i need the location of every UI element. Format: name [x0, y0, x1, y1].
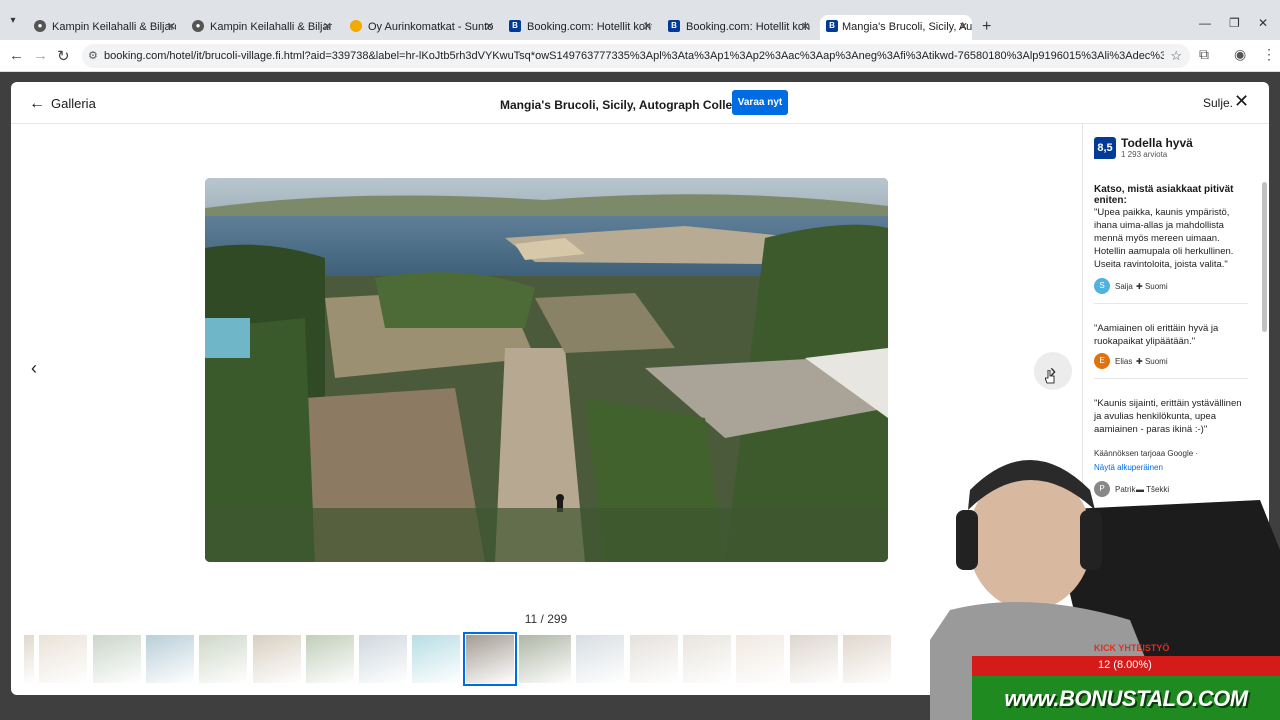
extensions-icon[interactable]: ⧉: [1199, 46, 1209, 63]
thumbnail[interactable]: [412, 635, 461, 683]
site-settings-icon[interactable]: ⚙: [88, 49, 98, 62]
hotel-title: Mangia's Brucoli, Sicily, Autograph Coll…: [500, 98, 761, 112]
tab-title: Mangia's Brucoli, Sicily, Autogra: [842, 21, 972, 33]
close-icon[interactable]: ✕: [1234, 91, 1249, 112]
minimize-icon[interactable]: —: [1199, 16, 1211, 30]
divider: [1094, 303, 1248, 304]
tab-close-icon[interactable]: ✕: [801, 20, 810, 33]
country-name: Suomi: [1144, 357, 1168, 366]
avatar: E: [1094, 353, 1110, 369]
review-quote: "Aamiainen oli erittäin hyvä ja ruokapai…: [1094, 323, 1219, 347]
thumbnail[interactable]: [576, 635, 625, 683]
tab-search-icon[interactable]: ▾: [4, 12, 22, 30]
sponsor-banner-text: www.BONUSTALO.COM: [1004, 686, 1248, 711]
browser-tab[interactable]: ● Kampin Keilahalli & Biljardi Bar ✕: [34, 15, 176, 40]
thumbnail[interactable]: [145, 635, 194, 683]
reload-icon[interactable]: ↻: [57, 47, 70, 65]
close-label[interactable]: Sulje.: [1203, 96, 1233, 110]
address-toolbar: ← → ↻ ⚙ booking.com/hotel/it/brucoli-vil…: [0, 40, 1280, 72]
thumbnail[interactable]: [92, 635, 141, 683]
tab-title: Kampin Keilahalli & Biljardi Bar: [52, 21, 176, 33]
flag-icon: ✚: [1136, 282, 1145, 291]
gallery-back-button[interactable]: ← Galleria: [29, 95, 96, 113]
bookmark-star-icon[interactable]: ☆: [1170, 48, 1182, 64]
thumbnail[interactable]: [359, 635, 408, 683]
review-quote: "Upea paikka, kaunis ympäristö, ihana ui…: [1094, 207, 1234, 270]
window-close-icon[interactable]: ✕: [1258, 16, 1268, 30]
tab-title: Booking.com: Hotellit kohteessa: [527, 21, 652, 33]
thumbnail[interactable]: [682, 635, 731, 683]
thumbnail[interactable]: [24, 635, 34, 683]
flag-icon: ✚: [1136, 357, 1145, 366]
reviewer-name: Elias: [1115, 357, 1133, 366]
browser-tab[interactable]: B Booking.com: Hotellit kohteessa ✕: [509, 15, 652, 40]
thumbnail[interactable]: [519, 635, 571, 683]
browser-tab[interactable]: Oy Aurinkomatkat - Suntours Lt ✕: [350, 15, 494, 40]
previous-photo-button[interactable]: ‹: [31, 358, 37, 379]
sidebar-scrollbar[interactable]: [1262, 182, 1267, 332]
url-text: booking.com/hotel/it/brucoli-village.fi.…: [104, 50, 1164, 62]
tab-close-icon[interactable]: ✕: [323, 20, 332, 33]
thumbnail[interactable]: [39, 635, 88, 683]
tab-close-icon[interactable]: ✕: [959, 20, 968, 33]
back-icon[interactable]: ←: [9, 47, 24, 64]
profile-icon[interactable]: ◉: [1234, 46, 1246, 63]
tab-favicon-icon: ●: [192, 20, 204, 32]
thumbnail[interactable]: [789, 635, 838, 683]
thumbnail[interactable]: [629, 635, 678, 683]
browser-tab-active[interactable]: B Mangia's Brucoli, Sicily, Autogra ✕: [820, 15, 972, 40]
browser-tab[interactable]: B Booking.com: Hotellit kohteessa ✕: [668, 15, 810, 40]
reviews-heading: Katso, mistä asiakkaat pitivät eniten:: [1094, 184, 1234, 206]
url-bar[interactable]: ⚙ booking.com/hotel/it/brucoli-village.f…: [82, 44, 1190, 68]
tab-close-icon[interactable]: ✕: [485, 20, 494, 33]
kick-partner-label: KICK YHTEISTYÖ: [1094, 643, 1170, 653]
divider: [1094, 378, 1248, 379]
browser-tab[interactable]: ● Kampin Keilahalli & Biljardi Bar ✕: [192, 15, 332, 40]
photo-counter: 11 / 299: [524, 612, 568, 626]
country-name: Suomi: [1144, 282, 1168, 291]
review-count: 1 293 arviota: [1121, 150, 1168, 159]
maximize-icon[interactable]: ❐: [1229, 16, 1240, 30]
reviewer-country: ✚ Suomi: [1136, 282, 1168, 291]
thumbnail[interactable]: [736, 635, 785, 683]
reviewer-country: ✚ Suomi: [1136, 357, 1168, 366]
avatar: S: [1094, 278, 1110, 294]
thumbnail[interactable]: [252, 635, 301, 683]
tab-favicon-icon: [350, 20, 362, 32]
tab-close-icon[interactable]: ✕: [167, 20, 176, 33]
tab-title: Booking.com: Hotellit kohteessa: [686, 21, 810, 33]
browser-menu-icon[interactable]: ⋮: [1262, 46, 1276, 63]
arrow-left-icon: ←: [29, 95, 45, 112]
thumbnail[interactable]: [305, 635, 354, 683]
tab-favicon-icon: B: [826, 20, 838, 32]
thumbnail[interactable]: [199, 635, 248, 683]
forward-icon[interactable]: →: [33, 47, 48, 64]
reviewer-name: Saija: [1115, 282, 1133, 291]
stream-goal-text: 12 (8.00%): [1098, 659, 1152, 671]
review-score-word: Todella hyvä: [1121, 136, 1193, 150]
tab-close-icon[interactable]: ✕: [643, 20, 652, 33]
review-score-badge: 8,5: [1094, 137, 1116, 159]
new-tab-button[interactable]: +: [982, 18, 991, 36]
stream-goal-bar: 12 (8.00%): [972, 656, 1280, 676]
tab-favicon-icon: B: [668, 20, 680, 32]
sponsor-banner: www.BONUSTALO.COM: [972, 676, 1280, 720]
thumbnail[interactable]: [842, 635, 891, 683]
reserve-button[interactable]: Varaa nyt: [732, 90, 788, 115]
tab-title: Kampin Keilahalli & Biljardi Bar: [210, 21, 332, 33]
tab-favicon-icon: B: [509, 20, 521, 32]
tab-title: Oy Aurinkomatkat - Suntours Lt: [368, 21, 494, 33]
resort-photo: [205, 178, 888, 562]
tab-favicon-icon: ●: [34, 20, 46, 32]
gallery-back-label: Galleria: [51, 96, 96, 111]
thumbnail-selected[interactable]: [462, 632, 517, 686]
browser-tab-bar: ▾ ● Kampin Keilahalli & Biljardi Bar ✕ ●…: [0, 0, 1280, 40]
thumbnail-strip: [24, 632, 1064, 686]
gallery-main-photo: [205, 178, 888, 562]
hand-cursor-icon: [1045, 370, 1055, 384]
modal-header: ← Galleria Mangia's Brucoli, Sicily, Auto…: [11, 82, 1269, 124]
